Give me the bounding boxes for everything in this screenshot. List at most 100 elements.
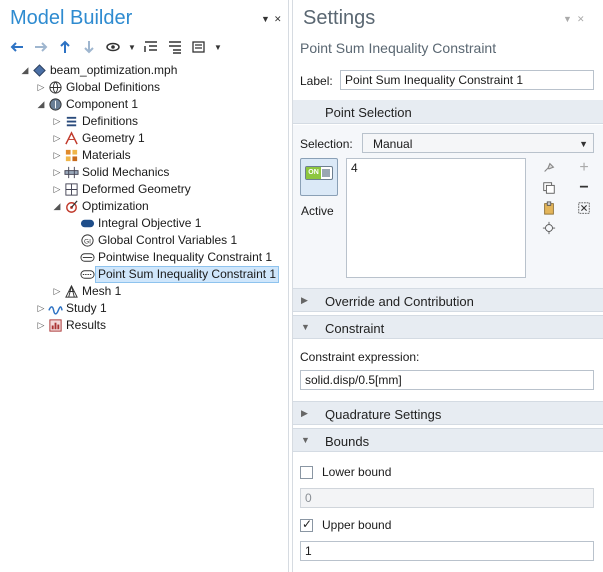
study-icon — [48, 301, 63, 316]
tree-item[interactable]: ▷ Solid Mechanics — [0, 164, 288, 181]
model-tree-node-text-icon[interactable] — [190, 38, 208, 56]
selection-caption: Selection: — [300, 137, 353, 151]
toggle-on-indicator: ON — [306, 167, 321, 179]
zoom-to-selection-icon[interactable] — [541, 220, 557, 236]
selection-dropdown[interactable]: Manual ▼ — [362, 133, 594, 153]
tree-collapse-icon[interactable]: ◢ — [20, 64, 30, 76]
tree-expand-icon[interactable]: ▷ — [52, 149, 62, 161]
lower-bound-label: Lower bound — [322, 465, 392, 479]
lower-bound-input[interactable]: 0 — [300, 488, 594, 508]
tree-expand-icon[interactable]: ▷ — [36, 319, 46, 331]
tree-item[interactable]: ▷ Deformed Geometry — [0, 181, 288, 198]
tree-item[interactable]: ◢ Component 1 — [0, 96, 288, 113]
upper-bound-checkbox[interactable] — [300, 517, 313, 532]
window-close-icon[interactable]: ✕ — [577, 14, 585, 25]
back-arrow-icon[interactable] — [8, 38, 26, 56]
tree-expand-icon[interactable]: ▷ — [52, 166, 62, 178]
tree-expand-icon[interactable]: ▷ — [36, 302, 46, 314]
copy-selection-icon[interactable] — [541, 180, 557, 196]
move-up-icon[interactable] — [56, 38, 74, 56]
tree-item-label: beam_optimization.mph — [50, 63, 178, 77]
constraint-section[interactable]: ▼ Constraint — [293, 315, 603, 339]
lower-bound-checkbox[interactable] — [300, 466, 313, 479]
label-caption: Label: — [300, 74, 333, 88]
constraint-expression-input[interactable]: solid.disp/0.5[mm] — [300, 370, 594, 390]
tree-item[interactable]: ◢ Optimization — [0, 198, 288, 215]
forward-arrow-icon[interactable] — [32, 38, 50, 56]
tree-item-label: Materials — [82, 148, 131, 162]
override-contribution-title: Override and Contribution — [325, 294, 474, 309]
tree-expand-icon[interactable]: ▷ — [52, 285, 62, 297]
quadrature-settings-section[interactable]: ▶ Quadrature Settings — [293, 401, 603, 425]
point-selection-section[interactable]: Point Selection — [293, 100, 603, 124]
paste-selection-icon[interactable] — [541, 160, 557, 176]
tree-item[interactable]: ▷ Results — [0, 317, 288, 334]
tree-item[interactable]: ▷ Geometry 1 — [0, 130, 288, 147]
materials-icon — [64, 148, 79, 163]
tree-item[interactable]: GI Global Control Variables 1 — [0, 232, 288, 249]
collapse-sections-icon[interactable] — [166, 38, 184, 56]
settings-subtitle: Point Sum Inequality Constraint — [300, 40, 497, 56]
selection-list-item[interactable]: 4 — [351, 161, 521, 175]
tree-item[interactable]: ▷ Materials — [0, 147, 288, 164]
tree-item[interactable]: Integral Objective 1 — [0, 215, 288, 232]
chevron-down-icon: ▼ — [579, 139, 588, 149]
model-builder-pane: Model Builder ▼ ✕ ▼ ▼ ◢ beam_optimizatio… — [0, 0, 289, 572]
pin-icon[interactable]: ▼ — [261, 14, 270, 24]
chevron-down-icon[interactable]: ▼ — [128, 38, 136, 56]
selection-dropdown-value: Manual — [373, 137, 413, 151]
remove-icon[interactable]: − — [576, 179, 592, 196]
global-control-variables-icon: GI — [80, 233, 95, 248]
pointwise-constraint-icon — [80, 250, 95, 265]
tree-item[interactable]: ▷ Global Definitions — [0, 79, 288, 96]
tree-item-label: Study 1 — [66, 301, 107, 315]
optimization-icon — [64, 199, 79, 214]
results-icon — [48, 318, 63, 333]
deformed-geometry-icon — [64, 182, 79, 197]
tree-item[interactable]: ▷ Study 1 — [0, 300, 288, 317]
label-input[interactable]: Point Sum Inequality Constraint 1 — [340, 70, 594, 90]
constraint-title: Constraint — [325, 321, 385, 336]
tree-item-label: Pointwise Inequality Constraint 1 — [98, 250, 273, 264]
tree-item-label: Optimization — [82, 199, 149, 213]
chevron-down-icon: ▼ — [301, 322, 310, 332]
tree-item[interactable]: ▷ Mesh 1 — [0, 283, 288, 300]
selection-list[interactable]: 4 — [346, 158, 526, 278]
window-close-icon[interactable]: ✕ — [274, 14, 282, 25]
model-builder-header: Model Builder ▼ ✕ — [0, 0, 288, 34]
constraint-expression-caption: Constraint expression: — [300, 350, 420, 364]
tree-item[interactable]: Pointwise Inequality Constraint 1 — [0, 249, 288, 266]
move-down-icon[interactable] — [80, 38, 98, 56]
point-sum-constraint-icon — [80, 267, 95, 282]
tree-item[interactable]: Point Sum Inequality Constraint 1 — [0, 266, 288, 283]
tree-expand-icon[interactable]: ▷ — [52, 183, 62, 195]
expand-sections-icon[interactable] — [142, 38, 160, 56]
settings-title: Settings — [303, 7, 376, 29]
tree-item[interactable]: ◢ beam_optimization.mph — [0, 62, 288, 79]
tree-item[interactable]: ▷ Definitions — [0, 113, 288, 130]
tree-collapse-icon[interactable]: ◢ — [52, 200, 62, 212]
tree-item-label: Integral Objective 1 — [98, 216, 202, 230]
tree-item-label: Global Control Variables 1 — [98, 233, 238, 247]
settings-header: Settings ▼ ✕ — [293, 0, 603, 34]
override-contribution-section[interactable]: ▶ Override and Contribution — [293, 288, 603, 312]
clear-selection-icon[interactable] — [576, 200, 592, 216]
add-icon[interactable]: + — [576, 159, 592, 176]
clipboard-icon[interactable] — [541, 200, 557, 216]
bounds-section[interactable]: ▼ Bounds — [293, 428, 603, 452]
tree-expand-icon[interactable]: ▷ — [52, 115, 62, 127]
active-toggle-button[interactable]: ON — [300, 158, 338, 196]
chevron-right-icon: ▶ — [301, 295, 308, 305]
tree-expand-icon[interactable]: ▷ — [36, 81, 46, 93]
tree-item-label: Deformed Geometry — [82, 182, 191, 196]
tree-collapse-icon[interactable]: ◢ — [36, 98, 46, 110]
pin-icon[interactable]: ▼ — [563, 14, 572, 24]
tree-expand-icon[interactable]: ▷ — [52, 132, 62, 144]
show-more-options-icon[interactable] — [104, 38, 122, 56]
upper-bound-input[interactable]: 1 — [300, 541, 594, 561]
chevron-down-icon[interactable]: ▼ — [214, 38, 222, 56]
model-builder-toolbar: ▼ ▼ — [0, 34, 288, 60]
chevron-down-icon: ▼ — [301, 435, 310, 445]
upper-bound-label: Upper bound — [322, 518, 392, 532]
tree-item-label: Solid Mechanics — [82, 165, 170, 179]
